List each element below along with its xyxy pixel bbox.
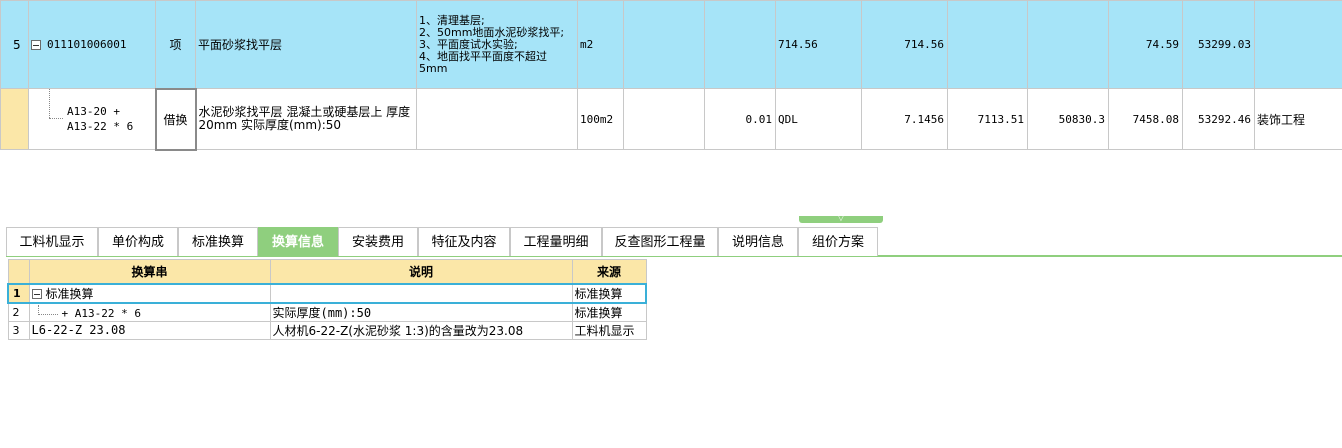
chevron-down-icon[interactable]: ▽	[836, 214, 846, 222]
tab-unit-price-composition[interactable]: 单价构成	[98, 227, 178, 256]
tab-description[interactable]: 说明信息	[718, 227, 798, 256]
row-number[interactable]: 2	[7, 302, 30, 322]
tree-line	[49, 89, 50, 118]
tab-pricing-scheme[interactable]: 组价方案	[798, 227, 878, 256]
item-name[interactable]: 水泥砂浆找平层 混凝土或硬基层上 厚度20mm 实际厚度(mm):50	[195, 88, 417, 150]
feature-line: 4、地面找平平面度不超过5mm	[419, 49, 547, 75]
cell[interactable]	[704, 0, 776, 89]
unit-price[interactable]: 74.59	[1108, 0, 1183, 89]
grid-header-row: 换算串 说明 来源	[7, 259, 647, 284]
tree-line	[37, 304, 58, 315]
table-row[interactable]: 1 标准换算 标准换算	[7, 282, 647, 304]
tree-line	[49, 118, 63, 119]
table-row[interactable]: A13-20 + A13-22 * 6 借换 水泥砂浆找平层 混凝土或硬基层上 …	[0, 87, 1342, 151]
total-price[interactable]: 53299.03	[1182, 0, 1255, 89]
cell[interactable]	[1027, 0, 1109, 89]
column-header[interactable]: 说明	[269, 259, 573, 284]
collapse-icon[interactable]	[31, 288, 42, 299]
item-features[interactable]: 1、清理基层; 2、50mm地面水泥砂浆找平; 3、平面度试水实验; 4、地面找…	[416, 0, 578, 89]
conversion-desc[interactable]	[269, 282, 573, 304]
feature-line: 1、清理基层;	[419, 13, 485, 27]
column-header[interactable]: 换算串	[28, 259, 271, 284]
row-number[interactable]	[0, 88, 29, 150]
collapse-icon[interactable]	[31, 39, 41, 50]
detail-tab-bar: 工料机显示 单价构成 标准换算 换算信息 安装费用 特征及内容 工程量明细 反查…	[6, 227, 1342, 257]
conversion-string-cell[interactable]: + A13-22 * 6	[28, 302, 271, 322]
conversion-source[interactable]: 标准换算	[571, 282, 647, 304]
cell[interactable]: 装饰工程	[1254, 88, 1342, 150]
conversion-desc[interactable]: 实际厚度(mm):50	[269, 302, 573, 322]
table-row[interactable]: 3 L6-22-Z 23.08 人材机6-22-Z(水泥砂浆 1:3)的含量改为…	[7, 320, 647, 340]
conversion-string: 标准换算	[45, 286, 94, 301]
item-quantity[interactable]: 714.56	[861, 0, 948, 89]
tab-conversion-info[interactable]: 换算信息	[258, 227, 338, 256]
item-unit[interactable]: 100m2	[577, 88, 624, 150]
conversion-source[interactable]: 工料机显示	[571, 320, 647, 340]
table-row[interactable]: 5 011101006001 项 平面砂浆找平层 1、清理基层; 2、50mm地…	[0, 0, 1342, 89]
total-price[interactable]: 53292.46	[1182, 88, 1255, 150]
sub-code-cell[interactable]: A13-20 + A13-22 * 6	[28, 88, 156, 150]
item-name[interactable]: 平面砂浆找平层	[195, 0, 417, 89]
column-header[interactable]: 来源	[571, 259, 647, 284]
tab-features-content[interactable]: 特征及内容	[418, 227, 510, 256]
bill-items-grid: 5 011101006001 项 平面砂浆找平层 1、清理基层; 2、50mm地…	[0, 0, 1342, 151]
tab-labor-material-machine[interactable]: 工料机显示	[6, 227, 98, 256]
conversion-source[interactable]: 标准换算	[571, 302, 647, 322]
cell[interactable]: 7113.51	[947, 88, 1028, 150]
item-code-cell[interactable]: 011101006001	[28, 0, 156, 89]
item-unit[interactable]: m2	[577, 0, 624, 89]
item-quantity-expr[interactable]: 714.56	[775, 0, 862, 89]
conversion-info-grid: 换算串 说明 来源 1 标准换算 标准换算 2 + A13-22 * 6 实际厚…	[7, 259, 647, 340]
item-quantity-expr[interactable]: QDL	[775, 88, 862, 150]
conversion-desc[interactable]: 人材机6-22-Z(水泥砂浆 1:3)的含量改为23.08	[269, 320, 573, 340]
item-features[interactable]	[416, 88, 578, 150]
tab-quantity-details[interactable]: 工程量明细	[510, 227, 602, 256]
row-number[interactable]: 5	[0, 0, 29, 89]
conversion-string: + A13-22 * 6	[61, 306, 141, 320]
table-row[interactable]: 2 + A13-22 * 6 实际厚度(mm):50 标准换算	[7, 302, 647, 322]
cell[interactable]	[623, 88, 705, 150]
sub-code-line: A13-22 * 6	[67, 120, 134, 133]
unit-price[interactable]: 7458.08	[1108, 88, 1183, 150]
cell[interactable]: 0.01	[704, 88, 776, 150]
cell[interactable]	[1254, 0, 1342, 89]
cell[interactable]	[623, 0, 705, 89]
tab-standard-conversion[interactable]: 标准换算	[178, 227, 258, 256]
tab-installation-fee[interactable]: 安装费用	[338, 227, 418, 256]
item-type[interactable]: 借换	[154, 87, 197, 151]
corner-cell	[7, 259, 30, 284]
conversion-string[interactable]: L6-22-Z 23.08	[28, 320, 271, 340]
cell[interactable]: 50830.3	[1027, 88, 1109, 150]
row-number[interactable]: 3	[7, 320, 30, 340]
tab-graphic-quantity[interactable]: 反查图形工程量	[602, 227, 718, 256]
item-type[interactable]: 项	[155, 0, 196, 89]
item-quantity[interactable]: 7.1456	[861, 88, 948, 150]
sub-code-line: A13-20 +	[67, 105, 120, 118]
row-number[interactable]: 1	[7, 282, 30, 304]
feature-line: 2、50mm地面水泥砂浆找平;	[419, 25, 565, 39]
item-code: 011101006001	[47, 38, 127, 51]
cell[interactable]	[947, 0, 1028, 89]
feature-line: 3、平面度试水实验;	[419, 37, 518, 51]
conversion-string-cell[interactable]: 标准换算	[28, 282, 271, 304]
